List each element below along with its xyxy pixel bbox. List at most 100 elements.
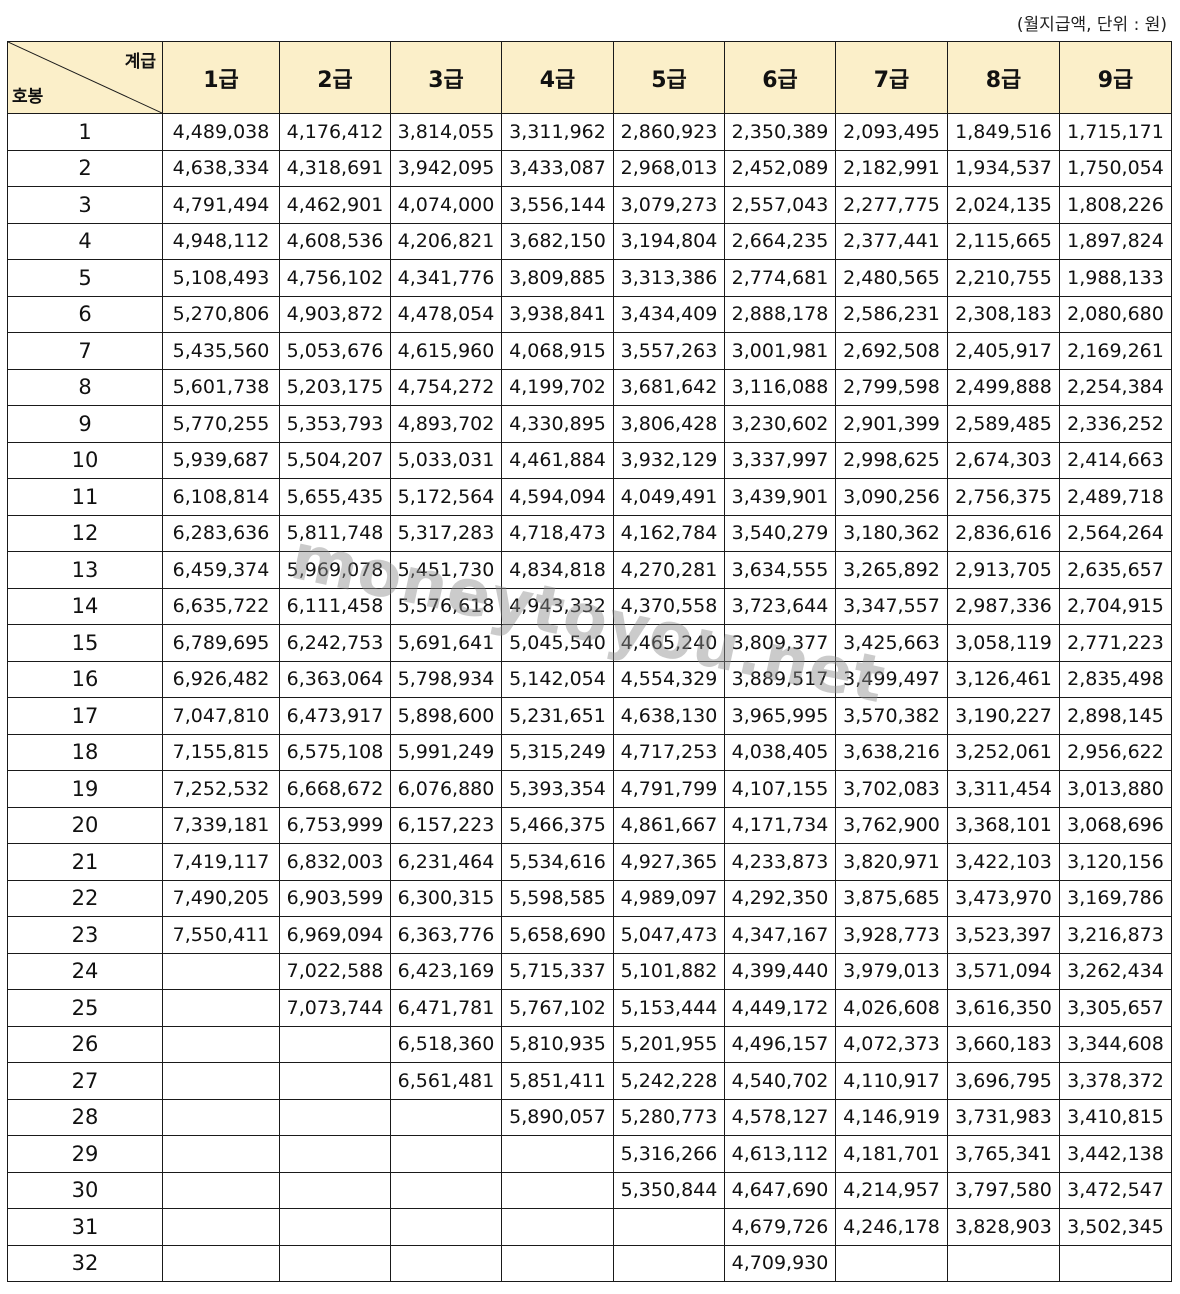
grade-header: 5급 (613, 41, 725, 114)
salary-cell: 3,731,983 (947, 1098, 1060, 1136)
table-row: 23 7,550,411 6,969,094 6,363,776 5,658,690 5,… (7, 916, 1172, 954)
salary-cell: 3,001,981 (724, 332, 836, 370)
salary-cell: 1,750,054 (1059, 149, 1172, 187)
salary-cell: 7,252,532 (162, 770, 280, 808)
salary-cell: 2,674,303 (947, 441, 1060, 479)
step-cell: 10 (7, 441, 163, 479)
salary-cell: 3,523,397 (947, 916, 1060, 954)
salary-cell: 6,518,360 (390, 1025, 502, 1063)
grade-header: 7급 (835, 41, 948, 114)
salary-cell: 3,723,644 (724, 587, 836, 625)
salary-cell: 3,216,873 (1059, 916, 1172, 954)
salary-cell: 3,702,083 (835, 770, 948, 808)
table-row: 18 7,155,815 6,575,108 5,991,249 5,315,249 4,… (7, 733, 1172, 771)
salary-cell: 7,047,810 (162, 697, 280, 735)
salary-cell: 2,664,235 (724, 222, 836, 260)
salary-cell: 2,093,495 (835, 113, 948, 151)
salary-cell: 6,473,917 (279, 697, 391, 735)
salary-table: 계급 호봉 1급 2급 3급 4급 5급 6급 7급 8급 9급 1 4,489,… (7, 41, 1172, 1282)
salary-cell (162, 1244, 280, 1282)
salary-cell (279, 1244, 391, 1282)
salary-cell: 6,423,169 (390, 952, 502, 990)
salary-cell: 5,576,618 (390, 587, 502, 625)
salary-cell (613, 1208, 725, 1246)
table-row: 30 5,350,844 4,647,690 4,214,957 3,797,580 3,… (7, 1171, 1172, 1209)
salary-cell: 2,998,625 (835, 441, 948, 479)
table-row: 28 5,890,057 5,280,773 4,578,127 4,146,919 3,… (7, 1098, 1172, 1136)
salary-cell: 1,808,226 (1059, 186, 1172, 224)
salary-cell: 4,709,930 (724, 1244, 836, 1282)
salary-cell: 2,835,498 (1059, 660, 1172, 698)
salary-cell: 3,814,055 (390, 113, 502, 151)
salary-cell: 2,182,991 (835, 149, 948, 187)
step-cell: 12 (7, 514, 163, 552)
salary-cell: 3,660,183 (947, 1025, 1060, 1063)
salary-cell: 4,107,155 (724, 770, 836, 808)
salary-cell: 3,681,642 (613, 368, 725, 406)
salary-cell (390, 1098, 502, 1136)
salary-cell: 4,638,334 (162, 149, 280, 187)
salary-cell: 4,613,112 (724, 1135, 836, 1173)
grade-header: 2급 (279, 41, 391, 114)
salary-cell: 6,231,464 (390, 843, 502, 881)
salary-cell: 3,809,885 (501, 259, 614, 297)
salary-cell: 3,194,804 (613, 222, 725, 260)
salary-cell (162, 1025, 280, 1063)
salary-cell (279, 1098, 391, 1136)
salary-cell: 5,270,806 (162, 295, 280, 333)
table-row: 5 5,108,493 4,756,102 4,341,776 3,809,885 3,3… (7, 259, 1172, 297)
salary-cell: 4,927,365 (613, 843, 725, 881)
table-row: 16 6,926,482 6,363,064 5,798,934 5,142,054 4,… (7, 660, 1172, 698)
step-cell: 26 (7, 1025, 163, 1063)
salary-cell: 6,903,599 (279, 879, 391, 917)
salary-cell: 2,336,252 (1059, 405, 1172, 443)
table-row: 22 7,490,205 6,903,599 6,300,315 5,598,585 4,… (7, 879, 1172, 917)
table-row: 27 6,561,481 5,851,411 5,242,228 4,540,702 4,… (7, 1062, 1172, 1100)
salary-cell: 2,210,755 (947, 259, 1060, 297)
salary-cell: 3,311,962 (501, 113, 614, 151)
step-cell: 1 (7, 113, 163, 151)
salary-cell: 4,489,038 (162, 113, 280, 151)
salary-cell (390, 1171, 502, 1209)
salary-cell: 2,564,264 (1059, 514, 1172, 552)
step-cell: 28 (7, 1098, 163, 1136)
salary-cell: 4,318,691 (279, 149, 391, 187)
salary-cell: 3,305,657 (1059, 989, 1172, 1027)
salary-cell: 5,353,793 (279, 405, 391, 443)
salary-cell: 4,292,350 (724, 879, 836, 917)
salary-cell: 6,471,781 (390, 989, 502, 1027)
salary-cell (162, 1062, 280, 1100)
step-cell: 24 (7, 952, 163, 990)
salary-cell: 6,832,003 (279, 843, 391, 881)
salary-cell: 7,490,205 (162, 879, 280, 917)
salary-cell: 3,682,150 (501, 222, 614, 260)
salary-cell: 6,300,315 (390, 879, 502, 917)
salary-cell: 4,791,494 (162, 186, 280, 224)
salary-cell: 5,715,337 (501, 952, 614, 990)
step-cell: 29 (7, 1135, 163, 1173)
salary-cell (613, 1244, 725, 1282)
salary-cell (501, 1208, 614, 1246)
table-row: 10 5,939,687 5,504,207 5,033,031 4,461,884 3,… (7, 441, 1172, 479)
salary-cell: 2,836,616 (947, 514, 1060, 552)
salary-cell: 4,461,884 (501, 441, 614, 479)
salary-cell: 4,049,491 (613, 478, 725, 516)
salary-cell: 4,038,405 (724, 733, 836, 771)
salary-cell: 5,601,738 (162, 368, 280, 406)
salary-cell: 2,080,680 (1059, 295, 1172, 333)
grade-header: 9급 (1059, 41, 1172, 114)
salary-cell (947, 1244, 1060, 1282)
table-row: 11 6,108,814 5,655,435 5,172,564 4,594,094 4,… (7, 478, 1172, 516)
salary-cell: 2,586,231 (835, 295, 948, 333)
salary-cell: 7,419,117 (162, 843, 280, 881)
salary-cell: 3,828,903 (947, 1208, 1060, 1246)
step-cell: 14 (7, 587, 163, 625)
salary-cell: 6,111,458 (279, 587, 391, 625)
salary-cell: 3,337,997 (724, 441, 836, 479)
step-cell: 22 (7, 879, 163, 917)
salary-cell: 1,897,824 (1059, 222, 1172, 260)
salary-cell (835, 1244, 948, 1282)
salary-cell: 5,172,564 (390, 478, 502, 516)
step-cell: 27 (7, 1062, 163, 1100)
step-cell: 4 (7, 222, 163, 260)
